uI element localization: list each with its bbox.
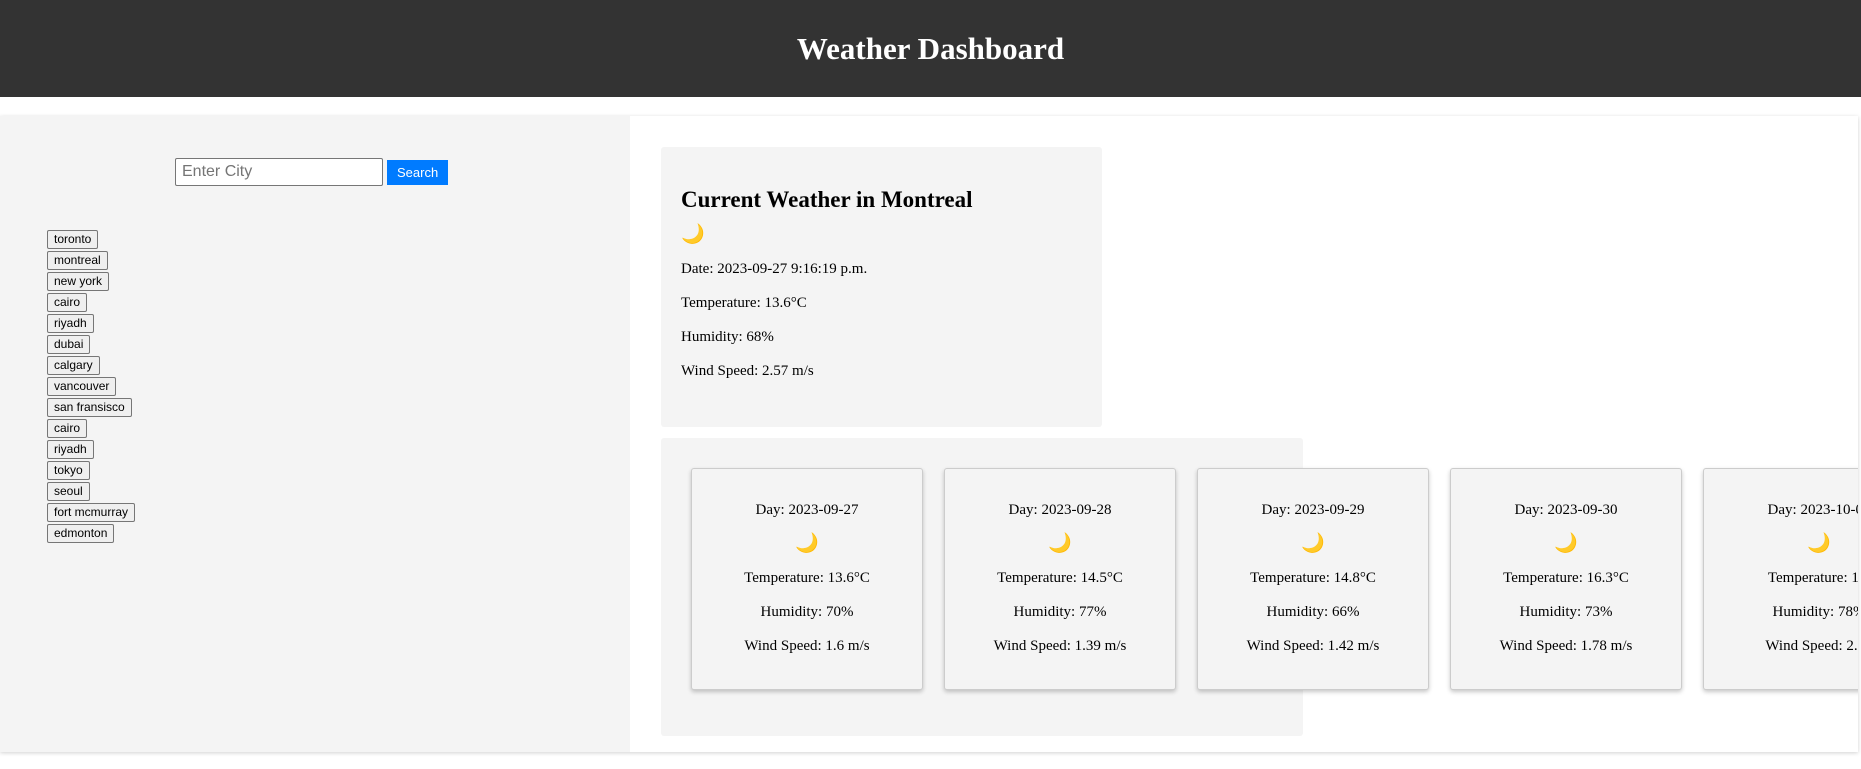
history-city-button[interactable]: cairo [47,419,88,438]
forecast-card: Day: 2023-10-01 🌙 Temperature: 18. Humid… [1703,468,1858,690]
history-city-button[interactable]: toronto [47,230,99,249]
forecast-temperature: Temperature: 18. [1767,570,1858,586]
crescent-moon-icon: 🌙 [1048,533,1072,554]
forecast-wind-speed: Wind Speed: 2.06 [1765,638,1858,654]
history-city-button[interactable]: edmonton [47,524,115,543]
search-button[interactable]: Search [387,159,449,185]
forecast-humidity: Humidity: 77% [1013,604,1107,620]
forecast-day: Day: 2023-09-30 [1514,502,1618,518]
forecast-temperature: Temperature: 14.5°C [997,570,1123,586]
forecast-card: Day: 2023-09-29 🌙 Temperature: 14.8°C Hu… [1197,468,1429,690]
forecast-temperature: Temperature: 16.3°C [1503,570,1629,586]
current-weather-title: Current Weather in Montreal [681,187,973,212]
history-city-button[interactable]: calgary [47,356,100,375]
forecast-humidity: Humidity: 66% [1266,604,1360,620]
forecast-wind-speed: Wind Speed: 1.42 m/s [1246,638,1380,654]
crescent-moon-icon: 🌙 [1807,533,1831,554]
forecast-card: Day: 2023-09-30 🌙 Temperature: 16.3°C Hu… [1450,468,1682,690]
history-city-button[interactable]: seoul [47,482,90,501]
forecast-day: Day: 2023-09-29 [1261,502,1365,518]
forecast-day: Day: 2023-09-27 [755,502,859,518]
history-city-button[interactable]: montreal [47,251,108,270]
history-city-button[interactable]: tokyo [47,461,90,480]
history-city-button[interactable]: vancouver [47,377,117,396]
sidebar: Search toronto montreal new york cairo r… [0,116,630,752]
dashboard-container: Search toronto montreal new york cairo r… [0,116,1858,752]
page-header: Weather Dashboard [0,0,1861,97]
crescent-moon-icon: 🌙 [1301,533,1325,554]
crescent-moon-icon: 🌙 [795,533,819,554]
history-city-button[interactable]: riyadh [47,440,94,459]
forecast-wind-speed: Wind Speed: 1.78 m/s [1499,638,1633,654]
forecast-humidity: Humidity: 78% [1772,604,1858,620]
forecast-card: Day: 2023-09-27 🌙 Temperature: 13.6°C Hu… [691,468,923,690]
crescent-moon-icon: 🌙 [681,224,705,245]
forecast-section: Day: 2023-09-27 🌙 Temperature: 13.6°C Hu… [661,438,1858,736]
forecast-card: Day: 2023-09-28 🌙 Temperature: 14.5°C Hu… [944,468,1176,690]
city-search-input[interactable] [175,158,383,186]
forecast-humidity: Humidity: 73% [1519,604,1613,620]
current-humidity: Humidity: 68% [681,329,774,345]
forecast-day: Day: 2023-10-01 [1767,502,1858,518]
forecast-temperature: Temperature: 14.8°C [1250,570,1376,586]
search-history-list: toronto montreal new york cairo riyadh d… [47,230,136,545]
current-weather-card: Current Weather in Montreal 🌙 Date: 2023… [661,147,1102,427]
current-date: Date: 2023-09-27 9:16:19 p.m. [681,261,868,277]
forecast-temperature: Temperature: 13.6°C [744,570,870,586]
history-city-button[interactable]: dubai [47,335,91,354]
history-city-button[interactable]: fort mcmurray [47,503,136,522]
search-form: Search [175,158,449,186]
forecast-day: Day: 2023-09-28 [1008,502,1112,518]
crescent-moon-icon: 🌙 [1554,533,1578,554]
forecast-wind-speed: Wind Speed: 1.6 m/s [744,638,870,654]
current-temperature: Temperature: 13.6°C [681,295,807,311]
history-city-button[interactable]: san fransisco [47,398,132,417]
history-city-button[interactable]: riyadh [47,314,94,333]
history-city-button[interactable]: new york [47,272,110,291]
forecast-humidity: Humidity: 70% [760,604,854,620]
current-wind-speed: Wind Speed: 2.57 m/s [681,363,814,379]
history-city-button[interactable]: cairo [47,293,88,312]
forecast-wind-speed: Wind Speed: 1.39 m/s [993,638,1127,654]
page-title: Weather Dashboard [796,30,1065,66]
